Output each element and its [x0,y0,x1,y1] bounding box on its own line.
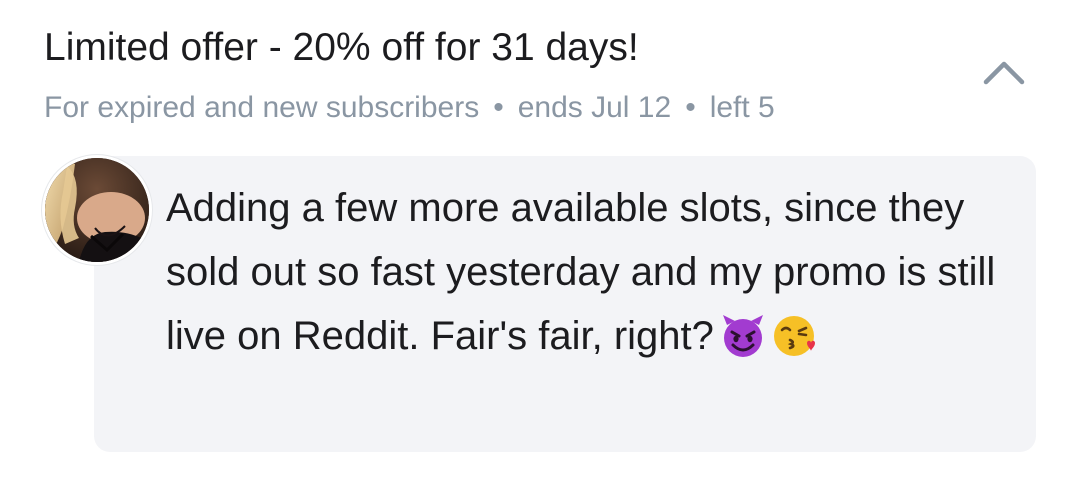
smiling-devil-emoji [722,315,763,357]
message-body: Adding a few more available slots, since… [166,176,996,368]
offer-end-date: ends Jul 12 [517,91,672,124]
offer-title: Limited offer - 20% off for 31 days! [44,26,639,69]
avatar-photo [45,158,149,262]
avatar[interactable] [42,155,152,265]
chevron-up-icon [983,61,1025,85]
kissing-face-emoji [773,316,815,356]
offer-meta: For expired and new subscribers • ends Jul… [44,88,984,128]
meta-separator: • [685,91,696,124]
message-text: Adding a few more available slots, since… [166,186,996,358]
offer-audience: For expired and new subscribers [44,91,480,124]
offer-remaining: left 5 [709,91,775,124]
meta-separator: • [493,91,504,124]
offer-header: Limited offer - 20% off for 31 days! For… [44,22,984,128]
offer-card: Limited offer - 20% off for 31 days! For… [0,0,1080,487]
message-bubble: Adding a few more available slots, since… [94,156,1036,452]
collapse-button[interactable] [980,50,1028,94]
